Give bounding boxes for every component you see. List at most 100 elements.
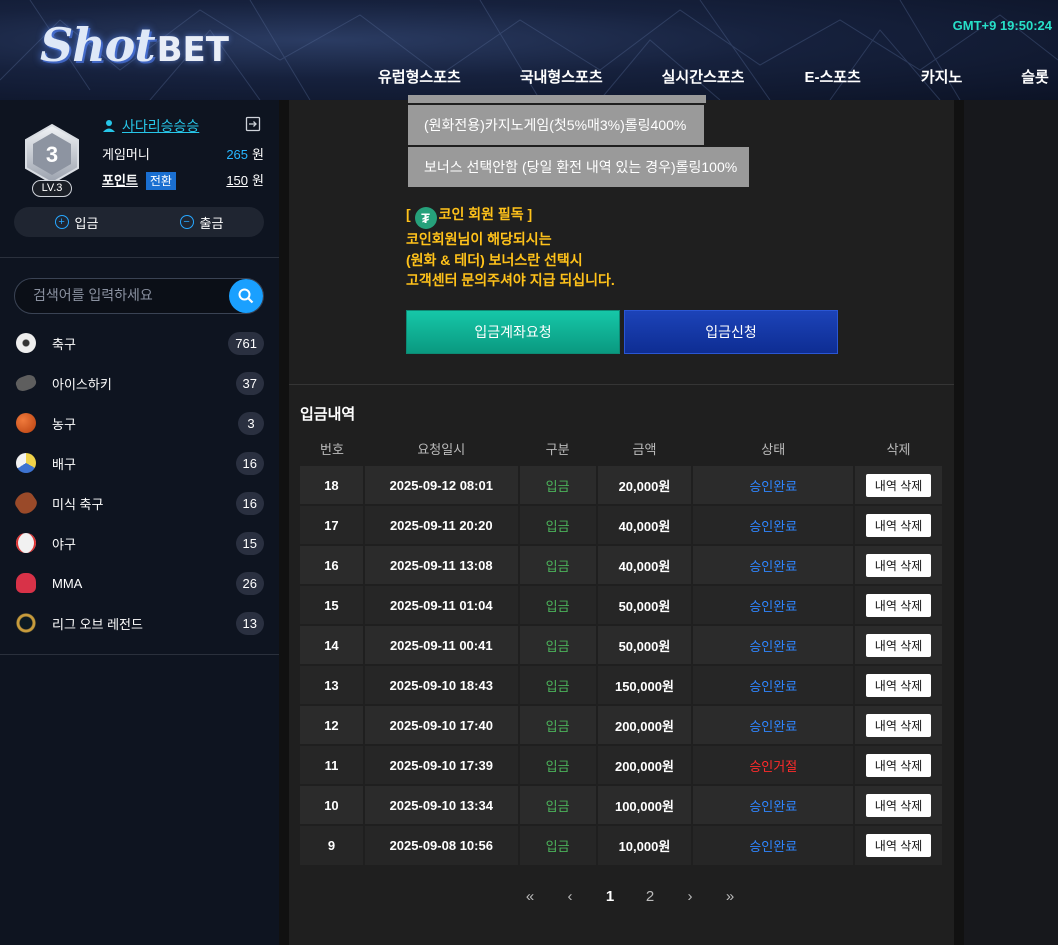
row-type: 입금 [518, 784, 598, 825]
sport-item-league-of-legends[interactable]: 리그 오브 레전드 13 [0, 603, 279, 643]
sport-item-basketball[interactable]: 농구 3 [0, 403, 279, 443]
row-amount: 40,000원 [596, 504, 694, 545]
search-input[interactable] [33, 287, 223, 303]
sport-item-american-football[interactable]: 미식 축구 16 [0, 483, 279, 523]
sport-item-soccer[interactable]: 축구 761 [0, 323, 279, 363]
deposit-withdraw-bar: + 입금 − 출금 [14, 207, 264, 237]
sport-item-mma[interactable]: MMA 26 [0, 563, 279, 603]
row-amount: 20,000원 [596, 464, 694, 505]
point-unit: 원 [252, 173, 264, 188]
account-request-button[interactable]: 입금계좌요청 [406, 310, 620, 354]
column-header: 구분 [545, 442, 570, 457]
delete-history-button[interactable]: 내역 삭제 [865, 593, 932, 617]
row-delete-cell: 내역 삭제 [854, 784, 944, 825]
row-status: 승인완료 [692, 464, 856, 505]
delete-history-button[interactable]: 내역 삭제 [865, 673, 932, 697]
hockey-puck-icon [14, 373, 38, 393]
table-row: 14 2025-09-11 00:41 입금 50,000원 승인완료 내역 삭제 [300, 624, 944, 665]
row-delete-cell: 내역 삭제 [854, 584, 944, 625]
sport-item-ice-hockey[interactable]: 아이스하키 37 [0, 363, 279, 403]
gutter [954, 100, 964, 945]
soccer-ball-icon [16, 333, 36, 353]
delete-history-button[interactable]: 내역 삭제 [865, 633, 932, 657]
row-number: 11 [300, 744, 365, 785]
nav-live-sports[interactable]: 실시간스포츠 [662, 66, 745, 87]
volleyball-icon [16, 453, 36, 473]
row-delete-cell: 내역 삭제 [854, 664, 944, 705]
sport-name: 축구 [52, 336, 76, 352]
delete-history-button[interactable]: 내역 삭제 [865, 513, 932, 537]
table-row: 15 2025-09-11 01:04 입금 50,000원 승인완료 내역 삭제 [300, 584, 944, 625]
nav-european-sports[interactable]: 유럽형스포츠 [378, 66, 461, 87]
row-delete-cell: 내역 삭제 [854, 504, 944, 545]
coin-title: 코인 회원 필독 ] [438, 206, 533, 222]
coin-member-notice: [ ₮ 코인 회원 필독 ] 코인회원님이 해당되시는 (원화 & 테더) 보너스… [406, 204, 615, 291]
row-amount: 150,000원 [596, 664, 694, 705]
column-header: 번호 [319, 442, 344, 457]
row-status: 승인거절 [692, 744, 856, 785]
row-type: 입금 [518, 544, 598, 585]
logo-shot: Shot [40, 18, 156, 72]
row-type: 입금 [518, 824, 598, 865]
sport-name: 농구 [52, 416, 76, 432]
row-type: 입금 [518, 504, 598, 545]
nav-domestic-sports[interactable]: 국내형스포츠 [520, 66, 603, 87]
boxing-glove-icon [16, 573, 36, 593]
delete-history-button[interactable]: 내역 삭제 [865, 713, 932, 737]
point-label[interactable]: 포인트 [102, 173, 138, 188]
search-icon [238, 288, 254, 304]
row-status: 승인완료 [692, 784, 856, 825]
prev-page-button[interactable]: ‹ [550, 888, 590, 905]
row-type: 입금 [518, 744, 598, 785]
nav-esports[interactable]: E-스포츠 [804, 66, 860, 87]
delete-history-button[interactable]: 내역 삭제 [865, 753, 932, 777]
coin-line-3: 고객센터 문의주셔야 지급 되십니다. [406, 272, 615, 289]
page-button-2[interactable]: 2 [630, 888, 670, 905]
sport-list: 축구 761 아이스하키 37 농구 3 배구 16 미식 축구 16 야구 1… [0, 323, 279, 643]
next-page-button[interactable]: › [670, 888, 710, 905]
delete-history-button[interactable]: 내역 삭제 [865, 473, 932, 497]
sport-item-volleyball[interactable]: 배구 16 [0, 443, 279, 483]
row-status: 승인완료 [692, 704, 856, 745]
baseball-icon [16, 533, 36, 553]
search-button[interactable] [229, 279, 263, 313]
rule-box-casino: (원화전용)카지노게임(첫5%매3%)롤링400% [408, 105, 704, 145]
nav-casino[interactable]: 카지노 [921, 66, 962, 87]
withdraw-button[interactable]: − 출금 [139, 207, 264, 237]
sport-name: 야구 [52, 536, 76, 552]
username-link[interactable]: 사다리승승승 [122, 116, 199, 136]
logout-icon[interactable] [245, 116, 261, 132]
sport-item-baseball[interactable]: 야구 15 [0, 523, 279, 563]
delete-history-button[interactable]: 내역 삭제 [865, 834, 932, 857]
pagination: « ‹ 1 2 › » [510, 888, 750, 905]
point-convert-button[interactable]: 전환 [145, 172, 176, 190]
sport-count: 761 [228, 332, 264, 355]
nav-slot[interactable]: 슬롯 [1021, 66, 1049, 87]
deposit-history-title: 입금내역 [300, 406, 356, 423]
row-delete-cell: 내역 삭제 [854, 624, 944, 665]
last-page-button[interactable]: » [710, 888, 750, 905]
row-status: 승인완료 [692, 824, 856, 865]
row-amount: 200,000원 [596, 704, 694, 745]
column-header: 상태 [761, 442, 786, 457]
sport-name: 미식 축구 [52, 496, 104, 512]
shotbet-logo[interactable]: ShotBET [40, 18, 229, 72]
delete-history-button[interactable]: 내역 삭제 [865, 793, 932, 817]
table-row: 10 2025-09-10 13:34 입금 100,000원 승인완료 내역 삭제 [300, 784, 944, 825]
site-header: ShotBET GMT+9 19:50:24 유럽형스포츠 국내형스포츠 실시간… [0, 0, 1058, 100]
sport-count: 26 [235, 572, 264, 595]
first-page-button[interactable]: « [510, 888, 550, 905]
main-nav: 유럽형스포츠 국내형스포츠 실시간스포츠 E-스포츠 카지노 슬롯 [378, 66, 1049, 87]
deposit-button[interactable]: + 입금 [14, 207, 139, 237]
page-button-1[interactable]: 1 [590, 888, 630, 905]
row-delete-cell: 내역 삭제 [854, 544, 944, 585]
minus-circle-icon: − [179, 215, 194, 229]
rule-box-partial [408, 95, 706, 103]
row-amount: 100,000원 [596, 784, 694, 825]
deposit-apply-button[interactable]: 입금신청 [624, 310, 838, 354]
row-number: 12 [300, 704, 365, 745]
sport-name: MMA [52, 575, 83, 591]
delete-history-button[interactable]: 내역 삭제 [865, 553, 932, 577]
american-football-icon [12, 489, 40, 517]
sport-name: 아이스하키 [52, 376, 112, 392]
